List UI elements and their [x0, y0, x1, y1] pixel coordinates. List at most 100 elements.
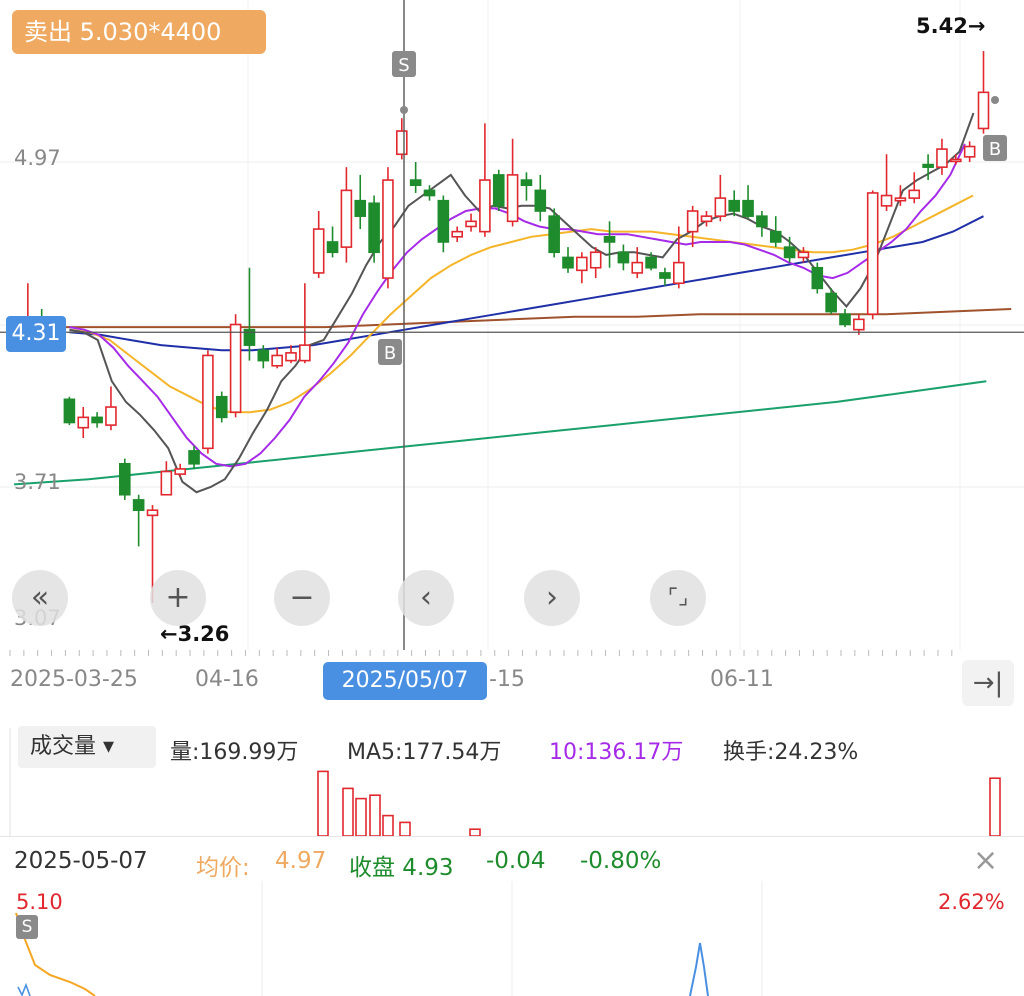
high-price-label: 5.42→ [916, 14, 986, 38]
candle-body [977, 91, 990, 130]
candle-body [285, 352, 297, 362]
candle-body [866, 192, 879, 315]
candle-body [825, 292, 837, 313]
candle-body [936, 148, 948, 168]
close-icon[interactable]: × [973, 843, 998, 878]
candle-body [395, 130, 408, 156]
ma120-line [13, 380, 987, 486]
candle [908, 172, 921, 204]
candle [409, 162, 422, 193]
candle-body [839, 313, 851, 326]
candlestick-chart[interactable]: SBB 卖出 5.030*4400 4.97 3.71 3.07 4.31 5.… [0, 0, 1024, 650]
date-axis-label: 06-11 [710, 667, 774, 692]
volume-bar [342, 787, 354, 836]
candle-body [423, 189, 436, 197]
buy-marker-text: B [384, 343, 396, 364]
marker-dot [991, 96, 999, 104]
candle-body [91, 416, 103, 424]
volume-bar [355, 797, 367, 836]
zoom-in-button[interactable]: + [150, 570, 206, 626]
rewind-button[interactable]: « [12, 570, 68, 626]
candle [395, 118, 408, 160]
volume-bar [317, 770, 329, 836]
indicator-selector[interactable]: 成交量 ▾ [18, 726, 156, 768]
candle-body [312, 228, 325, 274]
candle-body [132, 499, 145, 512]
candle [451, 226, 464, 242]
candle-body [949, 158, 962, 163]
candle-body [686, 210, 699, 233]
sell-order-badge[interactable]: 卖出 5.030*4400 [12, 10, 266, 54]
intraday-price-line [689, 942, 709, 996]
candle-body [534, 189, 547, 212]
candle-body [409, 179, 422, 187]
candle [492, 169, 505, 212]
candle-body [382, 179, 394, 279]
candle-body [617, 251, 630, 264]
candle-body [797, 251, 810, 259]
candle [160, 461, 173, 496]
candle [963, 141, 976, 162]
candle [202, 350, 214, 454]
zoom-out-button[interactable]: − [274, 570, 330, 626]
jump-to-end-button[interactable]: →| [962, 660, 1014, 706]
candle-body [174, 468, 186, 475]
volume-bar [369, 794, 381, 836]
price-axis-label: 3.71 [14, 470, 61, 494]
candle [839, 309, 851, 328]
candle [91, 412, 103, 428]
candle [977, 51, 990, 134]
candle [437, 195, 450, 253]
candle-body [672, 261, 685, 285]
ma30-line [69, 215, 984, 352]
price-change: -0.04 [486, 848, 546, 874]
price-axis-label: 4.97 [14, 146, 61, 170]
candlestick-plot[interactable]: S B B [0, 0, 1024, 650]
candle-body [146, 509, 159, 517]
candle-body [769, 230, 782, 243]
volume-ma5: MA5:177.54万 [347, 740, 502, 765]
buy-marker: B [378, 339, 402, 365]
average-price-value: 4.97 [275, 848, 327, 874]
candle [534, 174, 547, 222]
candle [243, 267, 256, 361]
candle [769, 216, 782, 248]
candle-body [437, 199, 450, 243]
date-axis-label: -15 [489, 667, 525, 692]
average-price-label: 均价: [196, 855, 250, 881]
candle-body [188, 450, 200, 465]
detail-date: 2025-05-07 [14, 848, 148, 874]
candle-body [326, 241, 339, 254]
date-axis-ticks [9, 650, 953, 656]
sell-marker-text: S [398, 55, 409, 76]
fullscreen-button[interactable]: ⌜⌟ [650, 570, 706, 626]
candle [105, 386, 117, 431]
candle-body [645, 256, 657, 269]
previous-button[interactable]: ‹ [398, 570, 454, 626]
marker-dot [400, 106, 408, 114]
candle-body [299, 344, 311, 362]
candle [894, 185, 907, 206]
candle [119, 458, 131, 500]
candle [603, 221, 616, 268]
candle [756, 211, 768, 237]
candle [465, 213, 477, 232]
candle [728, 190, 741, 217]
candle [312, 211, 325, 279]
candle-body [340, 189, 353, 248]
volume-ma10: 10:136.17万 [549, 740, 684, 765]
candle [506, 138, 519, 227]
candle-body [728, 199, 741, 212]
candle [562, 247, 574, 273]
candle [783, 236, 796, 263]
candle [686, 205, 699, 248]
volume-bar [469, 828, 481, 836]
candle-body [451, 230, 464, 238]
candle-body [631, 261, 644, 274]
next-button[interactable]: › [524, 570, 580, 626]
candle-body [853, 318, 865, 331]
intraday-price-line [17, 982, 31, 996]
candle-body [368, 202, 380, 254]
candle [548, 208, 560, 258]
candle-body [894, 197, 907, 202]
